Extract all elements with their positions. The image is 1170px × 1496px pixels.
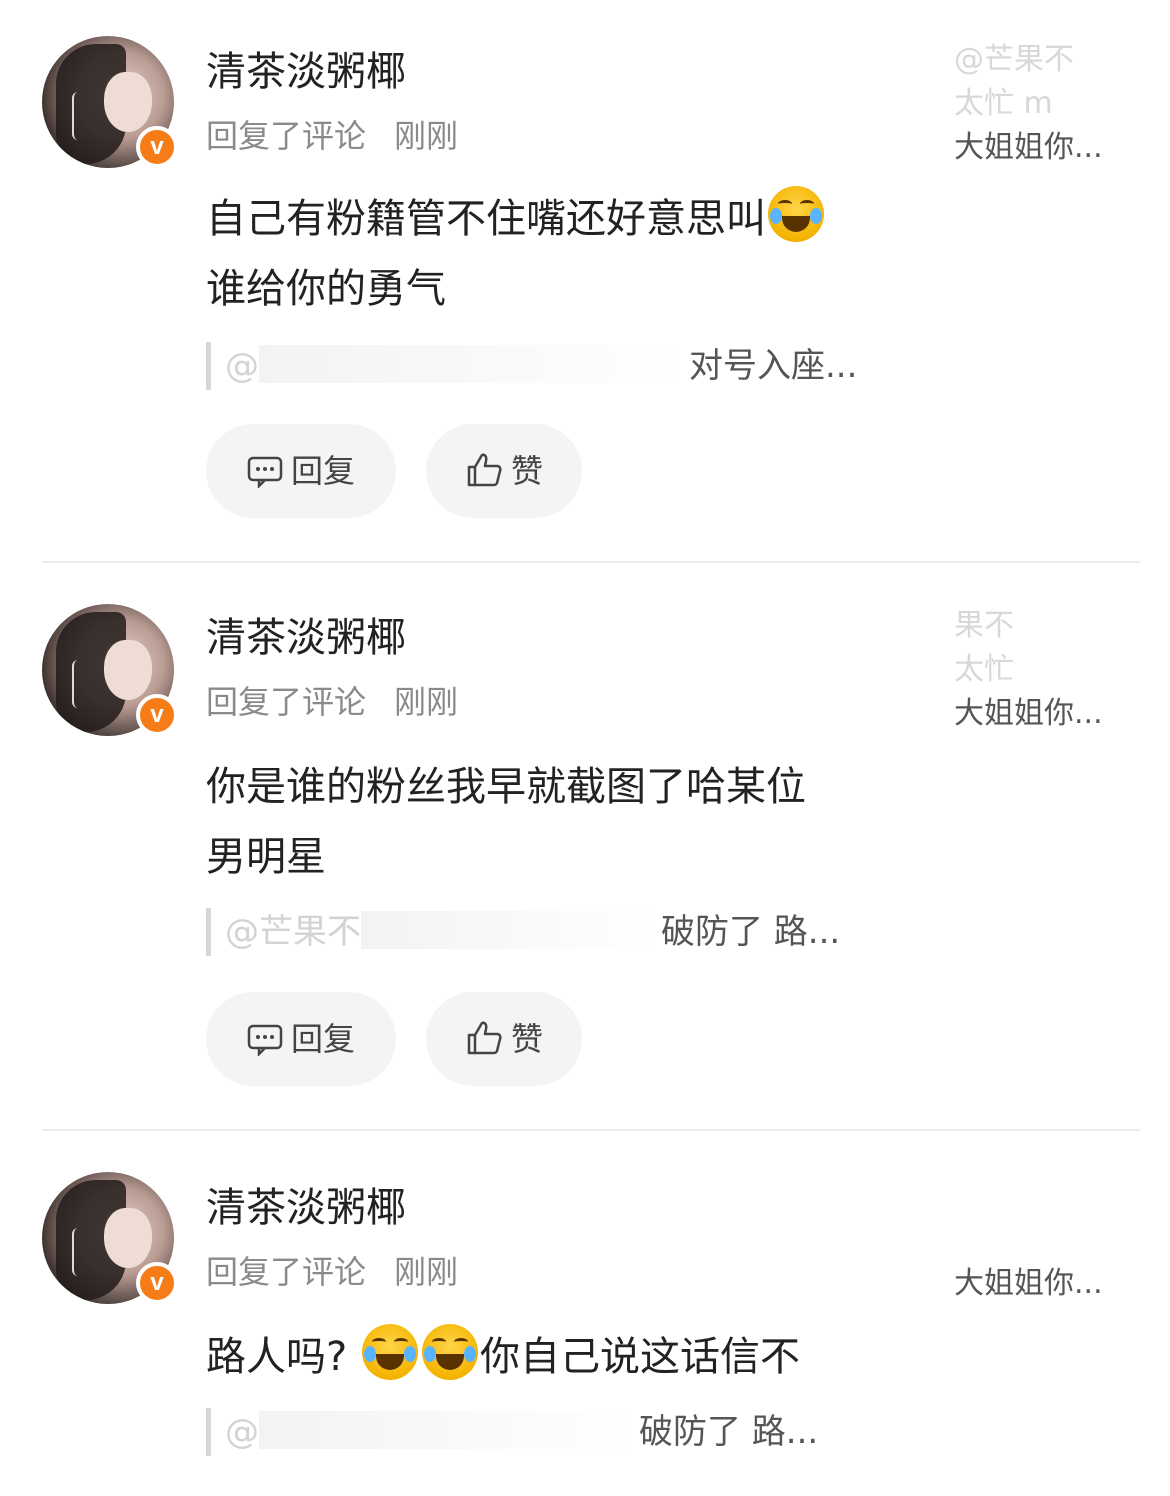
like-button[interactable]: 赞: [426, 992, 582, 1086]
avatar[interactable]: v: [42, 1172, 178, 1304]
blurred-region: [361, 911, 661, 949]
quoted-comment-preview[interactable]: 大姐姐你...: [954, 1174, 1154, 1306]
comment-bubble-icon: [247, 430, 283, 524]
comment-body: 路人吗? 你自己说这话信不: [206, 1322, 906, 1392]
comment-body: 自己有粉籍管不住嘴还好意思叫 谁给你的勇气: [206, 184, 906, 324]
meta-time: 刚刚: [394, 117, 459, 155]
divider: [42, 1129, 1140, 1131]
avatar[interactable]: v: [42, 604, 178, 736]
blurred-region: [259, 1411, 639, 1449]
comment-item: v 清茶淡粥椰 回复了评论 刚刚 果不 太忙 大姐姐你... 你是谁的粉丝我早就截…: [0, 568, 1170, 1136]
username[interactable]: 清茶淡粥椰: [206, 614, 406, 662]
quote-line: 太忙: [954, 652, 1014, 687]
ref-text: 破防了 路...: [661, 912, 841, 952]
laugh-cry-emoji-icon: [421, 1324, 478, 1380]
ref-prefix: @: [225, 346, 259, 386]
ref-prefix: @: [225, 1412, 259, 1452]
quote-line: 果不: [954, 608, 1014, 643]
comment-text-segment: 你自己说这话信不: [479, 1334, 800, 1380]
quote-line: 大姐姐你...: [954, 696, 1103, 731]
meta-action: 回复了评论: [206, 117, 367, 155]
username[interactable]: 清茶淡粥椰: [206, 48, 406, 96]
avatar[interactable]: v: [42, 36, 178, 168]
laugh-cry-emoji-icon: [361, 1324, 418, 1380]
meta-action: 回复了评论: [206, 683, 367, 721]
like-label: 赞: [510, 452, 543, 490]
quote-line: 大姐姐你...: [954, 1266, 1103, 1301]
comment-text-line: 谁给你的勇气: [206, 266, 446, 312]
comment-text-line: 自己有粉籍管不住嘴还好意思叫: [206, 196, 766, 242]
meta-time: 刚刚: [394, 1253, 459, 1291]
meta-action: 回复了评论: [206, 1253, 367, 1291]
quote-line: 太忙 m: [954, 86, 1053, 121]
comment-item: v 清茶淡粥椰 回复了评论 刚刚 @芒果不 太忙 m 大姐姐你... 自己有粉籍管…: [0, 0, 1170, 568]
reply-label: 回复: [290, 1020, 355, 1058]
blurred-region: [259, 345, 689, 383]
thumbs-up-icon: [465, 430, 503, 524]
comment-text-segment: 路人吗?: [206, 1334, 348, 1380]
quote-line: @芒果不: [954, 42, 1074, 77]
comment-body: 你是谁的粉丝我早就截图了哈某位 男明星: [206, 752, 906, 892]
referenced-comment[interactable]: @ 破防了 路...: [206, 1408, 818, 1456]
reply-button[interactable]: 回复: [206, 992, 396, 1086]
comment-meta: 回复了评论 刚刚: [206, 1252, 458, 1292]
quoted-comment-preview[interactable]: 果不 太忙 大姐姐你...: [954, 604, 1154, 736]
quoted-comment-preview[interactable]: @芒果不 太忙 m 大姐姐你...: [954, 38, 1154, 170]
verified-badge-icon: v: [136, 1262, 178, 1304]
verified-badge-icon: v: [136, 694, 178, 736]
comment-text-line: 男明星: [206, 834, 326, 880]
laugh-cry-emoji-icon: [768, 186, 824, 242]
quote-line: [954, 1218, 1154, 1262]
divider: [42, 561, 1140, 563]
comment-meta: 回复了评论 刚刚: [206, 682, 458, 722]
comment-meta: 回复了评论 刚刚: [206, 116, 458, 156]
referenced-comment[interactable]: @芒果不 破防了 路...: [206, 908, 840, 956]
reply-label: 回复: [290, 452, 355, 490]
ref-text: 破防了 路...: [639, 1412, 819, 1452]
verified-badge-icon: v: [136, 126, 178, 168]
ref-text: 对号入座...: [689, 346, 858, 386]
quote-line: [954, 1174, 1154, 1218]
like-label: 赞: [510, 1020, 543, 1058]
like-button[interactable]: 赞: [426, 424, 582, 518]
meta-time: 刚刚: [394, 683, 459, 721]
comment-text-line: 你是谁的粉丝我早就截图了哈某位: [206, 764, 806, 810]
ref-prefix: @芒果不: [225, 912, 361, 952]
comment-item: v 清茶淡粥椰 回复了评论 刚刚 大姐姐你... 路人吗? 你自己说这话信不 @ 破…: [0, 1136, 1170, 1496]
comment-bubble-icon: [247, 998, 283, 1092]
reply-button[interactable]: 回复: [206, 424, 396, 518]
username[interactable]: 清茶淡粥椰: [206, 1184, 406, 1232]
thumbs-up-icon: [465, 998, 503, 1092]
referenced-comment[interactable]: @ 对号入座...: [206, 342, 857, 390]
quote-line: 大姐姐你...: [954, 130, 1103, 165]
comment-feed: v 清茶淡粥椰 回复了评论 刚刚 @芒果不 太忙 m 大姐姐你... 自己有粉籍管…: [0, 0, 1170, 1496]
